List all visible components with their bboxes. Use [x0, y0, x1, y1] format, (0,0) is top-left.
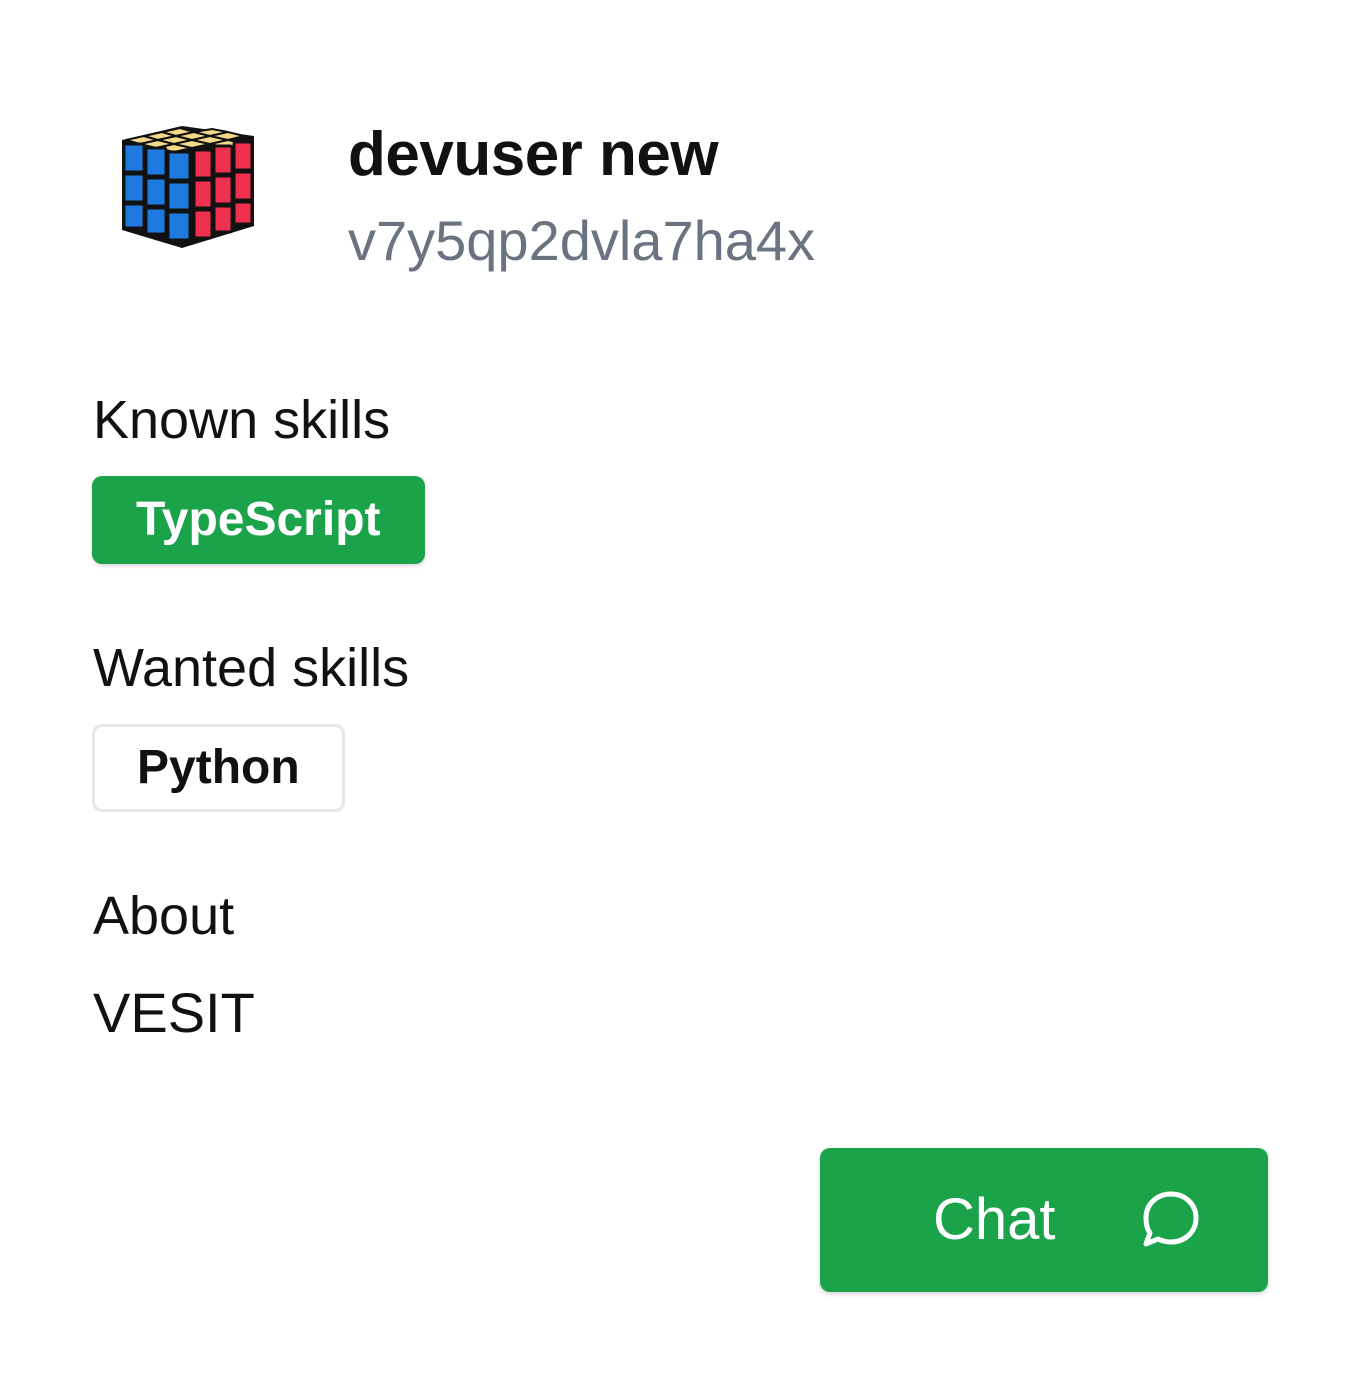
- about-text: VESIT: [93, 981, 255, 1044]
- about-heading: About: [93, 886, 235, 946]
- rubiks-cube-icon: [112, 118, 262, 258]
- user-name: devuser new: [348, 120, 719, 189]
- user-handle: v7y5qp2dvla7ha4x: [348, 209, 816, 272]
- known-skills-heading: Known skills: [93, 390, 391, 450]
- wanted-skill-chip[interactable]: Python: [92, 724, 345, 812]
- chat-bubble-icon: [1138, 1188, 1202, 1252]
- wanted-skills-heading: Wanted skills: [93, 638, 410, 698]
- chat-button[interactable]: Chat: [820, 1148, 1268, 1292]
- chat-button-label: Chat: [933, 1187, 1056, 1252]
- known-skill-chip[interactable]: TypeScript: [92, 476, 425, 564]
- profile-card: devuser new v7y5qp2dvla7ha4x Known skill…: [0, 0, 1360, 1384]
